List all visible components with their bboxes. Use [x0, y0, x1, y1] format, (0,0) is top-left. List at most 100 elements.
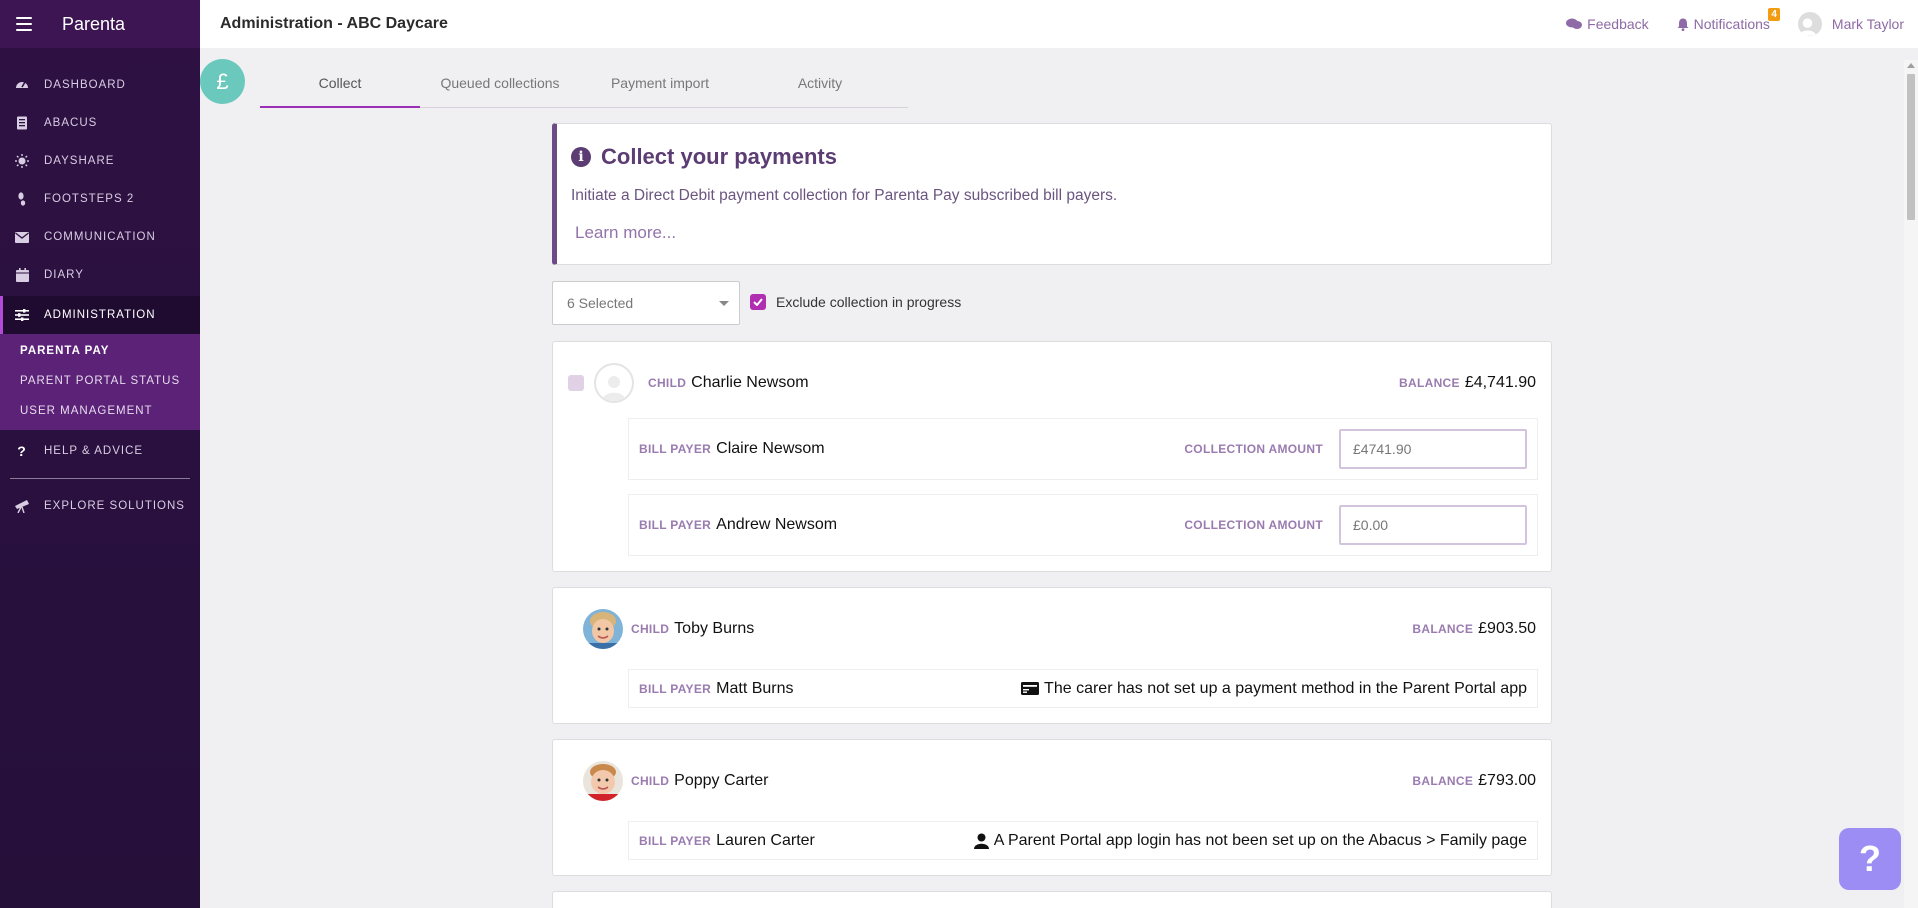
brand-name[interactable]: Parenta: [62, 14, 125, 35]
tab-activity[interactable]: Activity: [740, 60, 900, 107]
sun-icon: [14, 153, 30, 169]
child-select-dropdown[interactable]: 6 Selected: [552, 281, 740, 325]
collection-amount-input[interactable]: £0.00: [1339, 505, 1527, 545]
scroll-up-arrow-icon[interactable]: [1907, 63, 1915, 68]
sidebar-item-communication[interactable]: COMMUNICATION: [0, 218, 200, 256]
document-icon: [14, 115, 30, 131]
tab-collect[interactable]: Collect: [260, 60, 420, 108]
sidebar-item-label: ABACUS: [44, 117, 98, 129]
credit-card-icon: [1021, 682, 1040, 695]
sidebar-item-footsteps[interactable]: FOOTSTEPS 2: [0, 180, 200, 218]
learn-more-link[interactable]: Learn more...: [575, 223, 676, 243]
sidebar-subitem-parent-portal-status[interactable]: PARENT PORTAL STATUS: [0, 366, 200, 396]
exclude-in-progress-checkbox[interactable]: Exclude collection in progress: [750, 294, 961, 310]
sliders-icon: [14, 307, 30, 323]
bill-payer-row: BILL PAYER Claire Newsom COLLECTION AMOU…: [628, 418, 1538, 480]
feedback-label: Feedback: [1587, 16, 1649, 32]
sidebar-item-label: ADMINISTRATION: [44, 309, 156, 321]
bill-payer-name: Claire Newsom: [716, 440, 825, 457]
child-name: Charlie Newsom: [691, 374, 809, 391]
collection-amount: COLLECTION AMOUNT £4741.90: [1184, 429, 1537, 469]
child-select-checkbox[interactable]: [568, 375, 584, 391]
info-heading: i Collect your payments: [571, 144, 1551, 170]
bill-payer-label: BILL PAYER: [639, 833, 712, 848]
sidebar-item-help[interactable]: ? HELP & ADVICE: [0, 432, 200, 470]
notifications-badge: 4: [1768, 8, 1780, 21]
child-photo: [583, 761, 623, 801]
caret-down-icon: [719, 301, 729, 306]
collection-amount-label: COLLECTION AMOUNT: [1184, 518, 1323, 532]
child-label: CHILD: [631, 622, 670, 636]
info-heading-text: Collect your payments: [601, 144, 837, 169]
balance-label: BALANCE: [1412, 622, 1474, 636]
bill-payer-row: BILL PAYER Matt Burns The carer has not …: [628, 669, 1538, 708]
telescope-icon: [14, 498, 30, 514]
bill-payer-label: BILL PAYER: [639, 681, 712, 696]
sidebar-divider: [10, 478, 190, 479]
balance-value: £4,741.90: [1464, 374, 1536, 391]
balance: BALANCE £793.00: [1412, 772, 1536, 790]
tab-bar: Collect Queued collections Payment impor…: [260, 60, 908, 108]
sidebar-item-dayshare[interactable]: DAYSHARE: [0, 142, 200, 180]
collection-amount: COLLECTION AMOUNT £0.00: [1184, 505, 1537, 545]
child-card: CHILD Toby Burns BALANCE £903.50 BILL PA…: [552, 587, 1552, 724]
child-label: CHILD: [631, 774, 670, 788]
sidebar-item-label: DAYSHARE: [44, 155, 115, 167]
help-chat-button[interactable]: ?: [1839, 828, 1901, 890]
info-description: Initiate a Direct Debit payment collecti…: [571, 187, 1118, 204]
user-menu[interactable]: Mark Taylor: [1797, 12, 1904, 36]
speedometer-icon: [14, 77, 30, 93]
sidebar-nav: DASHBOARD ABACUS DAYSHARE FOOTSTEPS 2 CO…: [0, 48, 200, 525]
balance: BALANCE £4,741.90: [1399, 374, 1536, 392]
bill-payer-row: BILL PAYER Andrew Newsom COLLECTION AMOU…: [628, 494, 1538, 556]
sidebar-item-dashboard[interactable]: DASHBOARD: [0, 66, 200, 104]
sidebar-item-label: DASHBOARD: [44, 79, 126, 91]
warning-message: The carer has not set up a payment metho…: [1021, 680, 1527, 698]
tab-payment-import[interactable]: Payment import: [580, 60, 740, 107]
notifications-label: Notifications: [1693, 16, 1770, 32]
page-title: Administration - ABC Daycare: [220, 15, 448, 32]
sidebar-item-label: HELP & ADVICE: [44, 445, 144, 457]
bill-payer-name: Matt Burns: [716, 679, 794, 697]
footprint-icon: [14, 191, 30, 207]
sidebar-subitem-user-management[interactable]: USER MANAGEMENT: [0, 396, 200, 426]
child-row: CHILD Charlie Newsom BALANCE £4,741.90: [553, 363, 1551, 403]
scrollbar[interactable]: [1904, 60, 1918, 908]
select-value: 6 Selected: [567, 295, 634, 311]
child-card: [552, 891, 1552, 908]
bill-payer-label: BILL PAYER: [639, 518, 712, 532]
bill-payer-name: Lauren Carter: [716, 831, 815, 849]
collection-amount-label: COLLECTION AMOUNT: [1184, 442, 1323, 456]
envelope-icon: [14, 229, 30, 245]
sidebar-subitem-parenta-pay[interactable]: PARENTA PAY: [0, 336, 200, 366]
balance-label: BALANCE: [1412, 774, 1474, 788]
sidebar-item-abacus[interactable]: ABACUS: [0, 104, 200, 142]
balance-label: BALANCE: [1399, 376, 1460, 390]
notifications-link[interactable]: Notifications 4: [1677, 8, 1780, 32]
sidebar-item-diary[interactable]: DIARY: [0, 256, 200, 294]
child-row: CHILD Toby Burns BALANCE £903.50: [553, 609, 1551, 649]
sidebar-item-explore[interactable]: EXPLORE SOLUTIONS: [0, 487, 200, 525]
child-name: Toby Burns: [674, 620, 755, 637]
hamburger-menu-icon[interactable]: [16, 17, 32, 31]
balance: BALANCE £903.50: [1412, 620, 1536, 638]
bill-payer-label: BILL PAYER: [639, 442, 712, 456]
top-bar: Administration - ABC Daycare Feedback No…: [200, 0, 1918, 48]
collection-amount-input[interactable]: £4741.90: [1339, 429, 1527, 469]
balance-value: £793.00: [1478, 772, 1536, 789]
sidebar-item-label: FOOTSTEPS 2: [44, 193, 135, 205]
sidebar-item-administration[interactable]: ADMINISTRATION: [0, 296, 200, 334]
warning-text: The carer has not set up a payment metho…: [1044, 679, 1527, 697]
checkbox-checked-icon[interactable]: [750, 294, 766, 310]
bell-icon: [1677, 18, 1689, 31]
feedback-link[interactable]: Feedback: [1566, 16, 1649, 32]
avatar-placeholder: [594, 363, 634, 403]
user-name: Mark Taylor: [1831, 16, 1904, 32]
bill-payer-row: BILL PAYER Lauren Carter A Parent Portal…: [628, 821, 1538, 860]
scrollbar-thumb[interactable]: [1907, 74, 1915, 220]
bill-payer-name: Andrew Newsom: [716, 516, 838, 533]
child-card: CHILD Poppy Carter BALANCE £793.00 BILL …: [552, 739, 1552, 876]
tab-queued-collections[interactable]: Queued collections: [420, 60, 580, 107]
warning-message: A Parent Portal app login has not been s…: [973, 832, 1527, 850]
info-icon: i: [571, 147, 591, 167]
